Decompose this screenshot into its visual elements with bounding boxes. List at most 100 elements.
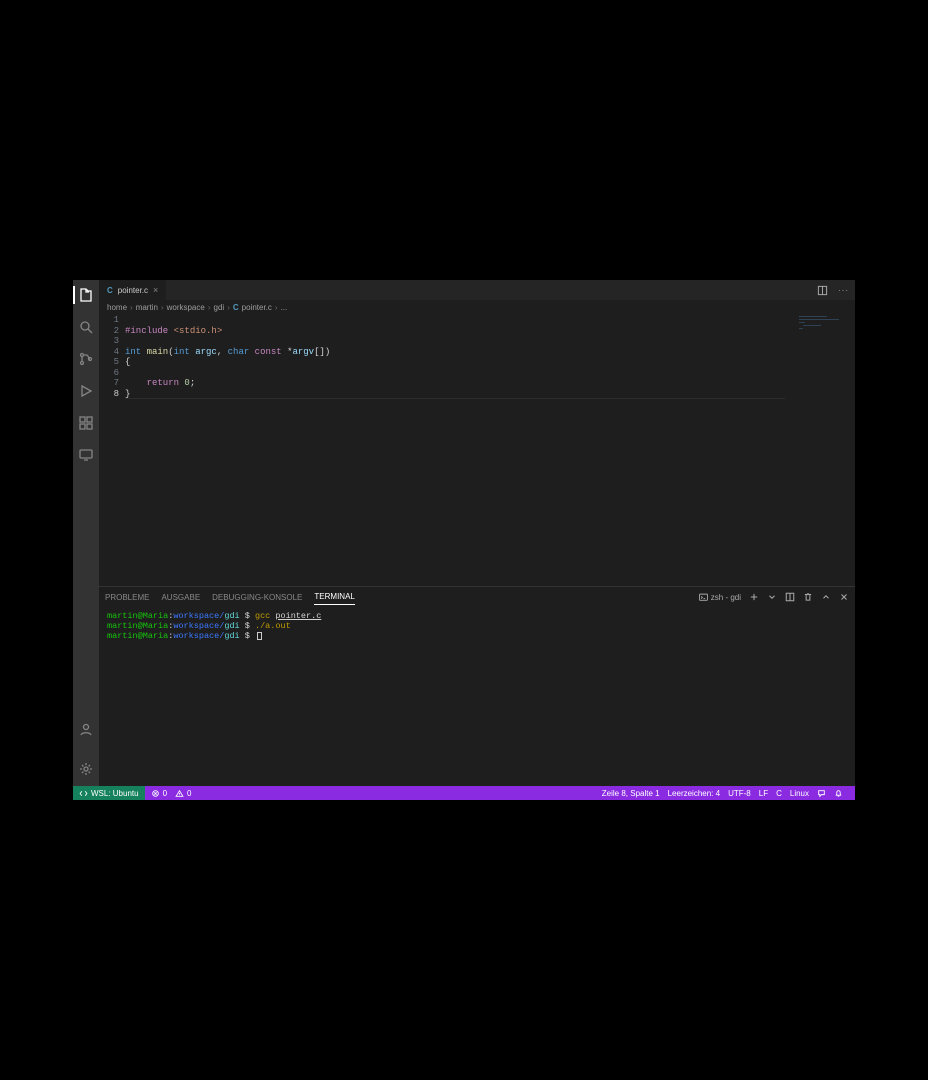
minimap[interactable] <box>795 314 855 586</box>
terminal-label: zsh - gdi <box>711 593 741 602</box>
breadcrumb-tail[interactable]: ... <box>281 303 288 312</box>
code-token: char <box>228 347 250 357</box>
chevron-down-icon[interactable] <box>767 592 777 602</box>
debug-icon[interactable] <box>77 382 95 400</box>
term-dollar: $ <box>240 611 255 621</box>
code-token: , <box>217 347 228 357</box>
c-lang-icon: C <box>107 286 113 295</box>
tab-actions: ··· <box>811 280 855 300</box>
code-token: return <box>147 378 179 388</box>
editor-column: C pointer.c × ··· home› martin› workspac… <box>99 280 855 786</box>
line-number: 3 <box>99 336 119 347</box>
code-area[interactable]: #include <stdio.h> int main(int argc, ch… <box>125 314 855 586</box>
warning-count: 0 <box>187 789 191 798</box>
term-arg: pointer.c <box>275 611 321 621</box>
status-errors[interactable]: 0 <box>151 789 167 798</box>
code-token: * <box>282 347 293 357</box>
line-number: 7 <box>99 378 119 389</box>
status-language[interactable]: C <box>776 789 782 798</box>
code-token: #include <box>125 326 168 336</box>
term-host: Maria <box>143 611 169 621</box>
panel-tab-terminal[interactable]: TERMINAL <box>314 589 354 605</box>
terminal-output[interactable]: martin@Maria:workspace/gdi $ gcc pointer… <box>99 607 855 786</box>
code-token: argv <box>292 347 314 357</box>
code-token: int <box>125 347 141 357</box>
term-host: Maria <box>143 631 169 641</box>
source-control-icon[interactable] <box>77 350 95 368</box>
status-bar: WSL: Ubuntu 0 0 Zeile 8, Spalte 1 Leerze… <box>73 786 855 800</box>
account-icon[interactable] <box>77 720 95 738</box>
term-host: Maria <box>143 621 169 631</box>
panel-tab-bar: PROBLEME AUSGABE DEBUGGING-KONSOLE TERMI… <box>99 587 855 607</box>
remote-icon <box>79 789 88 798</box>
term-user: martin <box>107 631 138 641</box>
line-number: 1 <box>99 315 119 326</box>
term-pathend: gdi <box>224 631 239 641</box>
close-panel-icon[interactable] <box>839 592 849 602</box>
tab-bar: C pointer.c × ··· <box>99 280 855 300</box>
terminal-selector[interactable]: zsh - gdi <box>699 593 741 602</box>
explorer-icon[interactable] <box>77 286 95 304</box>
panel-tab-probleme[interactable]: PROBLEME <box>105 590 149 605</box>
split-terminal-icon[interactable] <box>785 592 795 602</box>
line-number: 6 <box>99 368 119 379</box>
extensions-icon[interactable] <box>77 414 95 432</box>
tab-filename: pointer.c <box>118 286 148 295</box>
new-terminal-icon[interactable] <box>749 592 759 602</box>
breadcrumb[interactable]: home› martin› workspace› gdi› C pointer.… <box>99 300 855 314</box>
line-number: 5 <box>99 357 119 368</box>
panel-tab-ausgabe[interactable]: AUSGABE <box>161 590 200 605</box>
panel-tab-debugkonsole[interactable]: DEBUGGING-KONSOLE <box>212 590 302 605</box>
term-user: martin <box>107 621 138 631</box>
status-os[interactable]: Linux <box>790 789 809 798</box>
more-actions-icon[interactable]: ··· <box>838 286 849 295</box>
term-cmd: gcc <box>255 611 270 621</box>
code-token: [] <box>314 347 325 357</box>
status-indent[interactable]: Leerzeichen: 4 <box>668 789 720 798</box>
term-dollar: $ <box>240 621 255 631</box>
warning-icon <box>175 789 184 798</box>
breadcrumb-segment[interactable]: martin <box>136 303 158 312</box>
breadcrumb-segment[interactable]: gdi <box>214 303 225 312</box>
code-token: argc <box>190 347 217 357</box>
status-feedback-icon[interactable] <box>817 789 826 798</box>
line-highlight <box>125 398 785 399</box>
code-token: const <box>249 347 281 357</box>
breadcrumb-segment[interactable]: workspace <box>167 303 205 312</box>
code-token: 0 <box>179 378 190 388</box>
c-lang-icon: C <box>233 303 239 312</box>
trash-icon[interactable] <box>803 592 813 602</box>
split-editor-icon[interactable] <box>817 285 828 296</box>
close-icon[interactable]: × <box>153 285 158 295</box>
status-bell-icon[interactable] <box>834 789 843 798</box>
settings-gear-icon[interactable] <box>77 760 95 778</box>
code-token: ; <box>190 378 195 388</box>
term-pathend: gdi <box>224 621 239 631</box>
editor-body[interactable]: 1 2 3 4 5 6 7 8 #include <stdio.h> int m… <box>99 314 855 586</box>
breadcrumb-segment[interactable]: home <box>107 303 127 312</box>
term-pathend: gdi <box>224 611 239 621</box>
main-row: C pointer.c × ··· home› martin› workspac… <box>73 280 855 786</box>
term-path: workspace/ <box>173 621 224 631</box>
bottom-panel: PROBLEME AUSGABE DEBUGGING-KONSOLE TERMI… <box>99 586 855 786</box>
remote-indicator[interactable]: WSL: Ubuntu <box>73 786 145 800</box>
status-encoding[interactable]: UTF-8 <box>728 789 751 798</box>
term-user: martin <box>107 611 138 621</box>
code-token: <stdio.h> <box>168 326 222 336</box>
chevron-up-icon[interactable] <box>821 592 831 602</box>
editor-tab[interactable]: C pointer.c × <box>99 280 167 300</box>
remote-label: WSL: Ubuntu <box>91 789 139 798</box>
remote-explorer-icon[interactable] <box>77 446 95 464</box>
term-dollar: $ <box>240 631 255 641</box>
vscode-window: C pointer.c × ··· home› martin› workspac… <box>73 280 855 800</box>
error-count: 0 <box>163 789 167 798</box>
term-path: workspace/ <box>173 611 224 621</box>
term-cmd: ./a.out <box>255 621 291 631</box>
breadcrumb-file[interactable]: pointer.c <box>242 303 272 312</box>
status-warnings[interactable]: 0 <box>175 789 191 798</box>
status-cursor-pos[interactable]: Zeile 8, Spalte 1 <box>602 789 660 798</box>
line-number: 8 <box>99 389 119 400</box>
status-eol[interactable]: LF <box>759 789 768 798</box>
line-gutter: 1 2 3 4 5 6 7 8 <box>99 314 125 586</box>
search-icon[interactable] <box>77 318 95 336</box>
